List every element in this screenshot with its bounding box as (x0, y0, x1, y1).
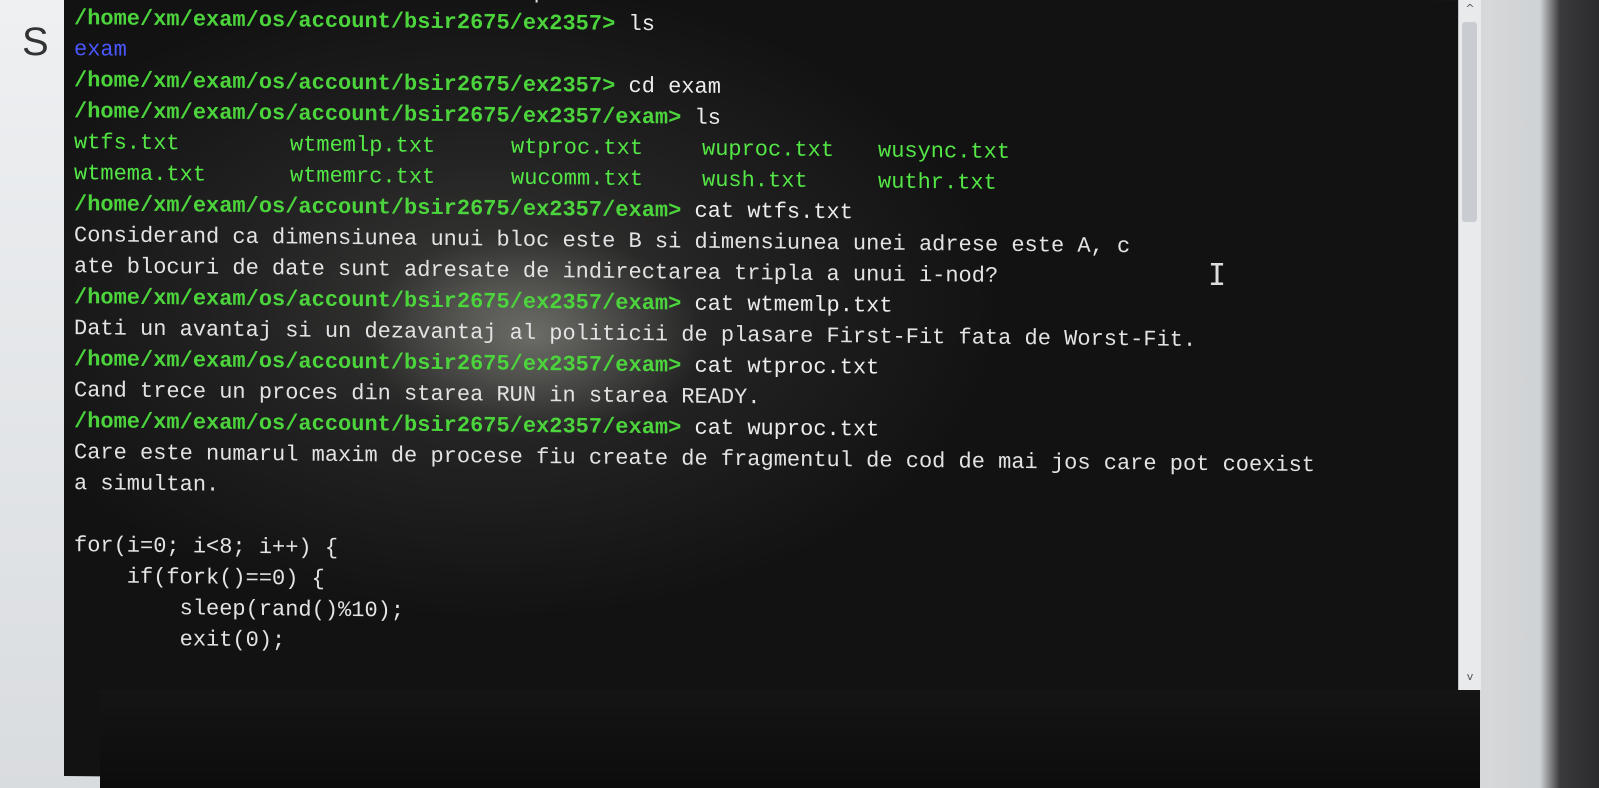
background-window-letter: S (22, 20, 49, 64)
shell-prompt: /home/xm/exam/os/account/bsir2675/ex2357… (74, 99, 682, 131)
file-entry: wtmema.txt (74, 161, 207, 188)
monitor-bezel (100, 690, 1480, 788)
photo-of-screen: S 's password:/home/xm/exam/os/account/b… (0, 0, 1599, 788)
text-cursor-icon: I (1208, 258, 1227, 293)
shell-prompt: /home/xm/exam/os/account/bsir2675/ex2357… (74, 347, 682, 379)
output-text: sleep(rand()%10); (74, 595, 405, 624)
scroll-thumb[interactable] (1462, 22, 1477, 222)
scroll-up-icon[interactable]: ^ (1459, 0, 1481, 18)
scroll-down-icon[interactable]: v (1459, 668, 1481, 686)
output-text: Cand trece un proces din starea RUN in s… (74, 378, 761, 411)
file-entry: wtmemlp.txt (290, 132, 436, 159)
file-entry: wuthr.txt (878, 169, 997, 196)
output-text: if(fork()==0) { (74, 564, 325, 592)
output-text: a simultan. (74, 471, 220, 498)
shell-prompt: /home/xm/exam/os/account/bsir2675/ex2357… (74, 6, 616, 37)
output-text: exit(0); (74, 626, 286, 654)
file-entry: wtproc.txt (511, 134, 644, 162)
file-entry: wtfs.txt (74, 130, 180, 157)
shell-prompt: /home/xm/exam/os/account/bsir2675/ex2357… (74, 285, 682, 317)
output-text: for(i=0; i<8; i++) { (74, 533, 339, 561)
shell-command: cat wtproc.txt (681, 353, 880, 381)
shell-command: cat wuproc.txt (681, 415, 880, 443)
terminal-window[interactable]: 's password:/home/xm/exam/os/account/bsi… (64, 0, 1458, 788)
file-entry: wuproc.txt (702, 136, 835, 164)
shell-command: cd exam (615, 73, 721, 100)
file-entry: wusync.txt (878, 138, 1011, 165)
file-entry: wush.txt (702, 167, 808, 194)
directory-entry: exam (74, 37, 127, 63)
terminal-scrollbar[interactable]: ^ v (1458, 0, 1481, 690)
shell-prompt: /home/xm/exam/os/account/bsir2675/ex2357… (74, 68, 616, 99)
file-entry: wucomm.txt (511, 165, 644, 193)
terminal-output: 's password:/home/xm/exam/os/account/bsi… (74, 0, 1315, 788)
shell-prompt: /home/xm/exam/os/account/bsir2675/ex2357… (74, 409, 682, 441)
shell-command: cat wtmemlp.txt (681, 291, 893, 319)
file-entry: wtmemrc.txt (290, 163, 436, 190)
shell-command: ls (615, 11, 655, 38)
shell-command: ls (681, 105, 721, 131)
shell-prompt: /home/xm/exam/os/account/bsir2675/ex2357… (74, 192, 682, 224)
shell-command: cat wtfs.txt (681, 198, 853, 226)
